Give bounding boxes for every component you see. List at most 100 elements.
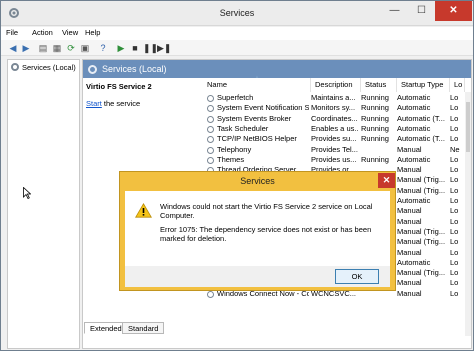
service-log-on-as: Lo xyxy=(450,134,459,144)
service-startup-type: Manual (Trig... xyxy=(397,226,446,236)
refresh-icon[interactable]: ⟳ xyxy=(65,42,77,54)
menu-bar: File Action View Help xyxy=(1,27,473,40)
gear-icon xyxy=(88,65,97,74)
back-icon[interactable]: ◀ xyxy=(7,42,19,54)
properties-icon[interactable]: ▦ xyxy=(51,42,63,54)
service-startup-type: Manual xyxy=(397,278,422,288)
mouse-cursor-icon xyxy=(23,187,31,199)
table-row[interactable]: Telephony Provides Tel... Manual Ne xyxy=(203,145,465,155)
gear-icon xyxy=(207,290,214,298)
service-log-on-as: Lo xyxy=(450,257,459,267)
console-tree-icon[interactable]: ▤ xyxy=(37,42,49,54)
toolbar: ◀ ▶ ▤ ▦ ⟳ ▣ ? ▶ ■ ❚❚ ▶❚ xyxy=(1,40,473,56)
menu-view[interactable]: View xyxy=(62,28,78,37)
column-startup-type[interactable]: Startup Type xyxy=(397,78,450,92)
service-startup-type: Manual xyxy=(397,165,422,175)
forward-icon[interactable]: ▶ xyxy=(20,42,32,54)
service-description: Coordinates... xyxy=(311,113,358,123)
service-startup-type: Automatic (T... xyxy=(397,113,445,123)
minimize-button[interactable]: — xyxy=(381,1,408,21)
maximize-button[interactable]: ☐ xyxy=(408,1,435,21)
title-bar[interactable]: Services — ☐ ✕ xyxy=(1,1,473,26)
scrollbar-thumb[interactable] xyxy=(466,102,470,152)
dialog-body: Windows could not start the Virtio FS Se… xyxy=(125,191,390,266)
menu-action[interactable]: Action xyxy=(32,28,53,37)
service-startup-type: Manual (Trig... xyxy=(397,185,446,195)
service-status: Running xyxy=(361,123,389,133)
table-row[interactable]: Themes Provides us... Running Automatic Lo xyxy=(203,155,465,165)
service-log-on-as: Lo xyxy=(450,278,459,288)
stop-icon[interactable]: ■ xyxy=(129,42,141,54)
column-name[interactable]: Name xyxy=(203,78,311,92)
service-startup-type: Manual xyxy=(397,206,422,216)
play-icon[interactable]: ▶ xyxy=(115,42,127,54)
service-startup-type: Automatic xyxy=(397,93,431,102)
gear-icon xyxy=(207,156,214,164)
export-icon[interactable]: ▣ xyxy=(79,42,91,54)
start-service-row: Start the service xyxy=(86,99,141,108)
warning-icon xyxy=(135,203,152,218)
pause-icon[interactable]: ❚❚ xyxy=(143,42,158,54)
service-name: Task Scheduler xyxy=(217,123,269,133)
service-log-on-as: Lo xyxy=(450,237,459,247)
services-window: Services — ☐ ✕ File Action View Help ◀ ▶… xyxy=(0,0,474,351)
dialog-title: Services xyxy=(240,176,275,186)
service-startup-type: Manual xyxy=(397,247,422,257)
service-log-on-as: Lo xyxy=(450,154,459,164)
view-tabs: Extended Standard xyxy=(82,322,472,335)
gear-icon xyxy=(207,105,214,113)
restart-icon[interactable]: ▶❚ xyxy=(157,42,171,54)
service-log-on-as: Lo xyxy=(450,103,459,113)
column-log-on-as[interactable]: Lo xyxy=(450,78,465,92)
service-status: Running xyxy=(361,93,389,102)
service-description: Provides Tel... xyxy=(311,144,358,154)
dialog-close-button[interactable]: ✕ xyxy=(378,173,395,188)
table-row[interactable]: Superfetch Maintains a... Running Automatic… xyxy=(203,93,465,103)
service-startup-type: Manual xyxy=(397,288,422,298)
error-dialog: Services ✕ Windows could not start the V… xyxy=(119,171,396,291)
service-description: Monitors sy... xyxy=(311,103,356,113)
help-icon[interactable]: ? xyxy=(97,42,109,54)
dialog-message: Windows could not start the Virtio FS Se… xyxy=(160,202,373,220)
service-log-on-as: Lo xyxy=(450,175,459,185)
ok-button[interactable]: OK xyxy=(335,269,379,284)
service-name: TCP/IP NetBIOS Helper xyxy=(217,134,297,144)
gear-icon xyxy=(207,95,214,102)
service-log-on-as: Lo xyxy=(450,288,459,298)
dialog-footer: OK xyxy=(125,266,390,287)
service-startup-type: Automatic xyxy=(397,154,431,164)
service-log-on-as: Ne xyxy=(450,144,460,154)
table-row[interactable]: Task Scheduler Enables a us... Running Auto… xyxy=(203,124,465,134)
menu-file[interactable]: File xyxy=(6,28,18,37)
column-description[interactable]: Description xyxy=(311,78,361,92)
service-description: Provides su... xyxy=(311,134,357,144)
gear-icon xyxy=(207,125,214,133)
tab-standard[interactable]: Standard xyxy=(122,322,165,334)
service-startup-type: Manual (Trig... xyxy=(397,237,446,247)
table-row[interactable]: System Events Broker Coordinates... Runnin… xyxy=(203,114,465,124)
service-startup-type: Automatic xyxy=(397,196,431,205)
close-button[interactable]: ✕ xyxy=(435,1,472,21)
service-log-on-as: Lo xyxy=(450,113,459,123)
service-log-on-as: Lo xyxy=(450,185,459,195)
service-name: System Event Notification S... xyxy=(217,103,309,113)
menu-help[interactable]: Help xyxy=(85,28,100,37)
service-log-on-as: Lo xyxy=(450,247,459,257)
table-row[interactable]: System Event Notification S... Monitors s… xyxy=(203,103,465,113)
tree-node-services-local[interactable]: Services (Local) xyxy=(11,63,76,72)
service-status: Running xyxy=(361,113,389,123)
column-status[interactable]: Status xyxy=(361,78,397,92)
service-status: Running xyxy=(361,103,389,113)
service-status: Running xyxy=(361,154,389,164)
service-startup-type: Automatic (T... xyxy=(397,134,445,144)
vertical-scrollbar[interactable] xyxy=(465,92,471,336)
start-service-link[interactable]: Start xyxy=(86,99,102,108)
service-startup-type: Automatic xyxy=(397,123,431,133)
service-description: Provides us... xyxy=(311,154,357,164)
dialog-error-detail: Error 1075: The dependency service does … xyxy=(160,225,372,243)
service-log-on-as: Lo xyxy=(450,196,459,205)
service-log-on-as: Lo xyxy=(450,123,459,133)
service-log-on-as: Lo xyxy=(450,165,459,175)
table-row[interactable]: TCP/IP NetBIOS Helper Provides su... Runni… xyxy=(203,134,465,144)
service-log-on-as: Lo xyxy=(450,268,459,278)
